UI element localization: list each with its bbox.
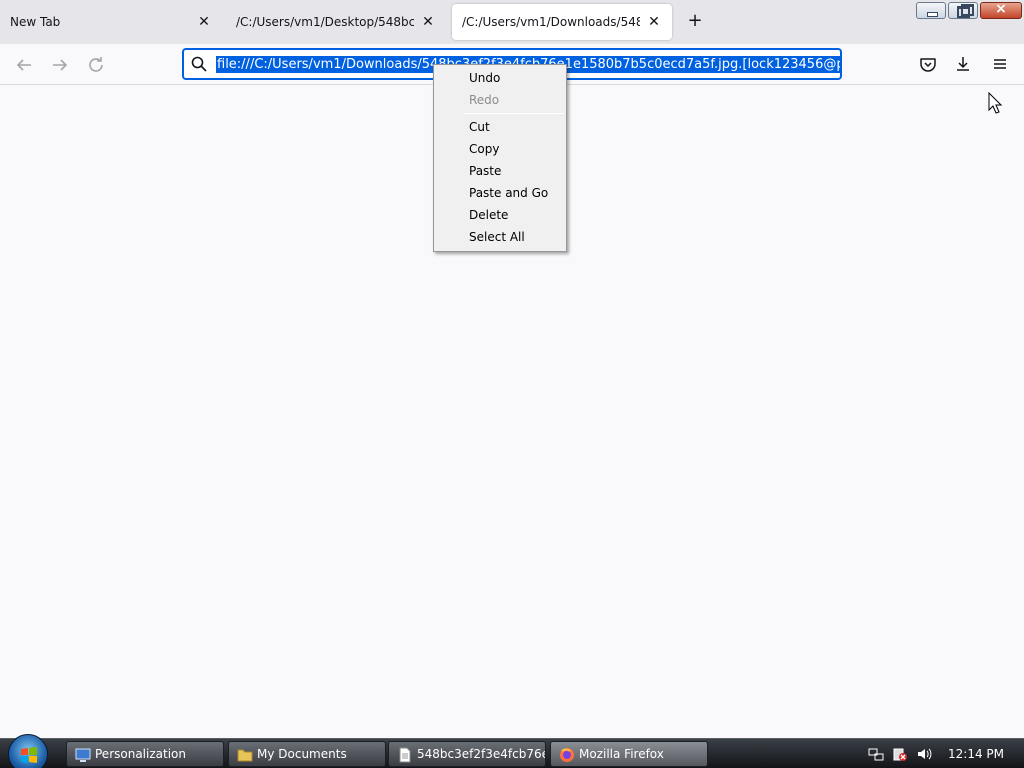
close-window-button[interactable]: × bbox=[980, 1, 1022, 19]
network-icon[interactable] bbox=[868, 746, 884, 762]
hamburger-menu-icon[interactable] bbox=[990, 54, 1010, 74]
tab-new-tab[interactable]: New Tab ✕ bbox=[0, 4, 222, 40]
tab-label: /C:/Users/vm1/Desktop/548bc3ef2f bbox=[236, 15, 414, 29]
tab-label: /C:/Users/vm1/Downloads/548bc3e bbox=[462, 15, 640, 29]
menu-separator bbox=[464, 113, 564, 114]
taskbar: Personalization My Documents 548bc3ef2f3… bbox=[0, 734, 1024, 768]
reload-icon bbox=[89, 57, 103, 72]
menu-item-undo[interactable]: Undo bbox=[434, 67, 566, 89]
close-icon: × bbox=[995, 1, 1007, 17]
menu-item-cut[interactable]: Cut bbox=[434, 116, 566, 138]
monitor-icon bbox=[75, 748, 91, 762]
windows-logo-icon bbox=[21, 747, 37, 763]
file-icon bbox=[399, 747, 411, 763]
start-button[interactable] bbox=[8, 734, 48, 768]
pocket-icon[interactable] bbox=[918, 54, 938, 74]
menu-item-redo[interactable]: Redo bbox=[434, 89, 566, 111]
window-caption-buttons: × bbox=[916, 1, 1022, 19]
menu-item-delete[interactable]: Delete bbox=[434, 204, 566, 226]
firefox-icon bbox=[560, 748, 574, 762]
menu-item-paste[interactable]: Paste bbox=[434, 160, 566, 182]
arrow-right-icon bbox=[53, 59, 68, 71]
context-menu: Undo Redo Cut Copy Paste Paste and Go De… bbox=[433, 64, 567, 252]
tab-downloads-file[interactable]: /C:/Users/vm1/Downloads/548bc3e ✕ bbox=[452, 4, 672, 40]
taskbar-item-label: Mozilla Firefox bbox=[579, 747, 664, 761]
taskbar-item-my-documents[interactable]: My Documents bbox=[228, 741, 386, 767]
folder-icon bbox=[237, 749, 253, 762]
download-icon[interactable] bbox=[953, 54, 973, 74]
reload-button[interactable] bbox=[84, 53, 108, 77]
menu-item-copy[interactable]: Copy bbox=[434, 138, 566, 160]
minimize-button[interactable] bbox=[916, 2, 946, 19]
restore-button[interactable] bbox=[948, 2, 978, 19]
system-tray: 12:14 PM bbox=[860, 739, 1024, 768]
taskbar-item-firefox[interactable]: Mozilla Firefox bbox=[550, 741, 708, 767]
arrow-left-icon bbox=[16, 59, 31, 71]
taskbar-item-label: Personalization bbox=[95, 747, 186, 761]
taskbar-item-label: 548bc3ef2f3e4fcb76e... bbox=[417, 747, 545, 761]
mouse-cursor-icon bbox=[988, 92, 1002, 114]
forward-button[interactable] bbox=[48, 53, 72, 77]
search-icon bbox=[191, 56, 207, 72]
tab-desktop-file[interactable]: /C:/Users/vm1/Desktop/548bc3ef2f ✕ bbox=[226, 4, 446, 40]
volume-icon[interactable] bbox=[916, 746, 932, 762]
tab-strip: New Tab ✕ /C:/Users/vm1/Desktop/548bc3ef… bbox=[0, 0, 1024, 44]
close-icon[interactable]: ✕ bbox=[420, 14, 436, 30]
new-tab-button[interactable]: + bbox=[684, 10, 706, 32]
taskbar-item-label: My Documents bbox=[257, 747, 347, 761]
power-warning-icon[interactable] bbox=[892, 746, 908, 762]
close-icon[interactable]: ✕ bbox=[646, 14, 662, 30]
back-button[interactable] bbox=[12, 53, 36, 77]
clock[interactable]: 12:14 PM bbox=[948, 739, 1004, 768]
taskbar-item-file[interactable]: 548bc3ef2f3e4fcb76e... bbox=[388, 741, 546, 767]
taskbar-item-personalization[interactable]: Personalization bbox=[66, 741, 224, 767]
tab-label: New Tab bbox=[10, 15, 61, 29]
menu-item-select-all[interactable]: Select All bbox=[434, 226, 566, 248]
menu-item-paste-and-go[interactable]: Paste and Go bbox=[434, 182, 566, 204]
close-icon[interactable]: ✕ bbox=[196, 14, 212, 30]
